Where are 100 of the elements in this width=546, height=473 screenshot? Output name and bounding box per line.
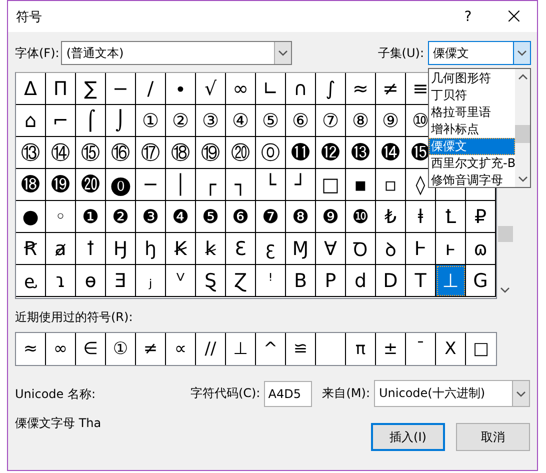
symbol-cell[interactable]: ∕ <box>136 73 166 105</box>
symbol-cell[interactable]: ❻ <box>226 201 256 233</box>
symbol-cell[interactable]: ─ <box>136 169 166 201</box>
symbol-cell[interactable]: ^ <box>256 333 286 365</box>
symbol-cell[interactable]: d <box>346 265 376 297</box>
symbol-cell[interactable]: ⌡ <box>106 105 136 137</box>
symbol-cell[interactable]: ɷ <box>466 233 496 265</box>
symbol-cell[interactable]: ⱥ <box>46 233 76 265</box>
insert-button[interactable]: 插入(I) <box>371 423 445 451</box>
symbol-cell[interactable]: ⌂ <box>16 105 46 137</box>
symbol-cell[interactable]: └ <box>256 169 286 201</box>
symbol-cell[interactable]: ⑦ <box>316 105 346 137</box>
symbol-cell[interactable]: ⑥ <box>286 105 316 137</box>
symbol-cell[interactable]: ∝ <box>166 333 196 365</box>
symbol-cell[interactable]: Ꜧ <box>106 233 136 265</box>
symbol-cell[interactable]: ⱽ <box>166 265 196 297</box>
scrollbar-thumb[interactable] <box>515 125 530 143</box>
symbol-cell[interactable]: ① <box>106 333 136 365</box>
symbol-cell[interactable]: ● <box>16 201 46 233</box>
symbol-cell[interactable]: − <box>106 73 136 105</box>
symbol-cell[interactable]: ❾ <box>316 201 346 233</box>
symbol-cell[interactable]: ⓮ <box>376 137 406 169</box>
symbol-cell[interactable]: ≌ <box>286 333 316 365</box>
symbol-cell[interactable]: Δ <box>16 73 46 105</box>
symbol-cell[interactable]: ⑭ <box>46 137 76 169</box>
symbol-cell[interactable]: ❽ <box>286 201 316 233</box>
symbol-cell[interactable]: Ȿ <box>196 265 226 297</box>
symbol-cell[interactable]: ① <box>136 105 166 137</box>
symbol-cell[interactable]: Ɀ <box>226 265 256 297</box>
symbol-cell[interactable]: ⑮ <box>76 137 106 169</box>
symbol-cell[interactable]: ⓿ <box>106 169 136 201</box>
symbol-cell[interactable]: ┘ <box>286 169 316 201</box>
symbol-cell[interactable]: ⑳ <box>226 137 256 169</box>
symbol-cell[interactable]: ꝉ <box>76 233 106 265</box>
symbol-cell[interactable]: Ⱶ <box>406 233 436 265</box>
symbol-cell[interactable]: ⱸ <box>16 265 46 297</box>
symbol-cell[interactable]: ¯ <box>406 333 436 365</box>
symbol-cell[interactable]: ⊥ <box>226 333 256 365</box>
symbol-cell[interactable]: ⑯ <box>106 137 136 169</box>
symbol-cell[interactable]: ꜧ <box>136 233 166 265</box>
subset-dropdown[interactable]: 傈僳文 <box>428 41 531 65</box>
symbol-cell[interactable]: ❸ <box>136 201 166 233</box>
symbol-cell[interactable]: ꜝ <box>256 265 286 297</box>
symbol-cell[interactable]: ⑲ <box>196 137 226 169</box>
symbol-cell[interactable]: ④ <box>226 105 256 137</box>
symbol-cell[interactable]: // <box>196 333 226 365</box>
symbol-cell[interactable]: □ <box>466 333 496 365</box>
symbol-cell[interactable]: ⑧ <box>346 105 376 137</box>
symbol-cell[interactable]: ⑨ <box>376 105 406 137</box>
symbol-cell[interactable]: ≠ <box>136 333 166 365</box>
symbol-cell[interactable]: ∞ <box>46 333 76 365</box>
symbol-cell[interactable]: ± <box>376 333 406 365</box>
symbol-cell[interactable]: ꝺ <box>376 233 406 265</box>
symbol-cell[interactable]: ₽ <box>466 201 496 233</box>
symbol-cell[interactable]: □ <box>316 169 346 201</box>
from-dropdown[interactable]: Unicode(十六进制) <box>374 380 530 407</box>
symbol-cell[interactable]: Ꞣ <box>166 233 196 265</box>
symbol-cell[interactable]: Ꝺ <box>346 233 376 265</box>
symbol-cell[interactable]: ⑰ <box>136 137 166 169</box>
symbol-cell[interactable]: ⓴ <box>76 169 106 201</box>
symbol-cell[interactable]: ⓲ <box>16 169 46 201</box>
symbol-cell[interactable]: ∞ <box>226 73 256 105</box>
symbol-cell[interactable]: ꜫ <box>256 233 286 265</box>
symbol-cell[interactable]: ② <box>166 105 196 137</box>
char-code-field[interactable]: A4D5 <box>264 380 312 406</box>
symbol-cell[interactable]: ⌐ <box>46 105 76 137</box>
symbol-cell[interactable]: π <box>346 333 376 365</box>
symbol-cell[interactable]: Ꝉ <box>436 201 466 233</box>
font-dropdown[interactable]: (普通文本) <box>61 41 292 65</box>
symbol-cell[interactable]: ∩ <box>286 73 316 105</box>
symbol-cell[interactable]: ≈ <box>16 333 46 365</box>
symbol-cell[interactable]: ③ <box>196 105 226 137</box>
symbol-cell[interactable]: ❶ <box>76 201 106 233</box>
symbol-cell[interactable]: ∑ <box>76 73 106 105</box>
symbol-cell[interactable]: ⱼ <box>136 265 166 297</box>
symbol-cell[interactable]: D <box>376 265 406 297</box>
symbol-cell[interactable]: ∙ <box>166 73 196 105</box>
symbol-cell[interactable]: Ɐ <box>316 233 346 265</box>
symbol-cell[interactable]: ◦ <box>46 201 76 233</box>
subset-option[interactable]: 傈僳文 <box>429 138 515 155</box>
symbol-cell[interactable]: ❼ <box>256 201 286 233</box>
symbol-cell[interactable]: ┐ <box>226 169 256 201</box>
cancel-button[interactable]: 取消 <box>456 423 530 451</box>
symbol-cell[interactable]: ⓳ <box>46 169 76 201</box>
symbol-cell[interactable]: ⓭ <box>346 137 376 169</box>
symbol-cell[interactable]: ≠ <box>376 73 406 105</box>
symbol-cell[interactable]: Ɱ <box>286 233 316 265</box>
symbol-cell[interactable]: √ <box>196 73 226 105</box>
symbol-cell[interactable]: ₺ <box>376 201 406 233</box>
symbol-cell[interactable]: ❿ <box>346 201 376 233</box>
symbol-cell[interactable]: ❹ <box>166 201 196 233</box>
symbol-cell[interactable]: Ǝ <box>106 265 136 297</box>
symbol-cell[interactable]: ⑤ <box>256 105 286 137</box>
symbol-cell[interactable]: ⌠ <box>76 105 106 137</box>
symbol-cell[interactable]: ∈ <box>76 333 106 365</box>
symbol-cell[interactable]: ❺ <box>196 201 226 233</box>
symbol-cell[interactable]: ❷ <box>106 201 136 233</box>
symbol-cell[interactable]: ∟ <box>256 73 286 105</box>
symbol-cell[interactable]: Π <box>46 73 76 105</box>
symbol-cell[interactable]: ≈ <box>346 73 376 105</box>
